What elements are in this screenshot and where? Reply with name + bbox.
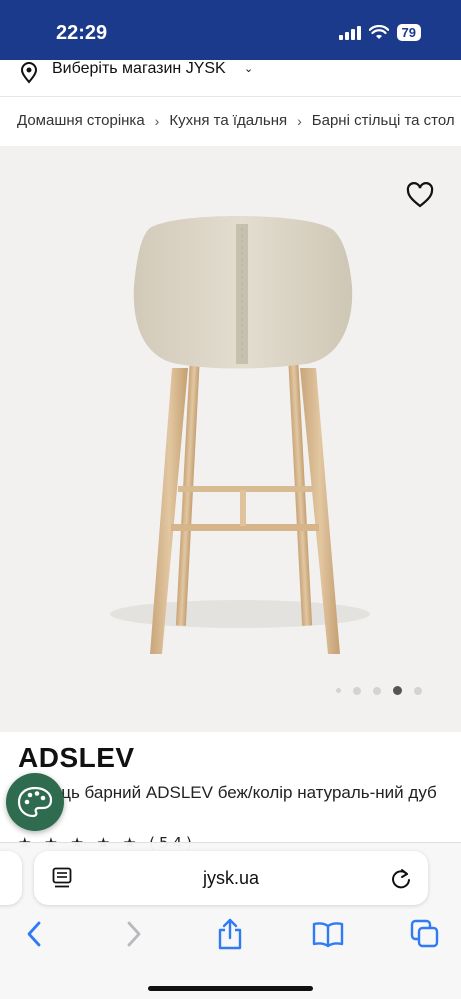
product-title: ADSLEV <box>18 742 135 773</box>
bookmarks-icon[interactable] <box>312 917 344 951</box>
gallery-dot[interactable] <box>373 686 381 695</box>
breadcrumb-bar-stools[interactable]: Барні стільці та стол <box>312 112 455 129</box>
status-bar: 22:29 79 <box>0 0 461 68</box>
wifi-icon <box>368 25 389 39</box>
product-gallery[interactable] <box>0 146 461 732</box>
heart-icon[interactable] <box>406 182 434 208</box>
gallery-dot[interactable] <box>353 686 361 695</box>
breadcrumb-kitchen[interactable]: Кухня та їдальня <box>169 112 287 129</box>
store-selector-label: Виберіть магазин JYSK <box>52 60 226 77</box>
breadcrumb-home[interactable]: Домашня сторінка <box>17 112 145 129</box>
gallery-dot-active[interactable] <box>393 686 402 695</box>
back-icon[interactable] <box>24 917 44 951</box>
browser-toolbar <box>0 917 461 957</box>
chevron-down-icon: ⌄ <box>244 63 254 75</box>
previous-tab-card[interactable] <box>0 851 22 905</box>
share-icon[interactable] <box>216 917 244 951</box>
gallery-dot[interactable] <box>336 688 341 693</box>
gallery-dot[interactable] <box>414 686 422 695</box>
cookie-settings-icon <box>17 786 53 818</box>
address-bar[interactable]: jysk.ua <box>34 851 428 905</box>
status-icons: 79 <box>338 24 421 41</box>
url-text: jysk.ua <box>202 868 260 888</box>
store-selector[interactable]: Виберіть магазин JYSK ⌄ <box>0 60 461 94</box>
browser-bottom-bar: jysk.ua <box>0 842 461 999</box>
location-pin-icon <box>20 62 38 84</box>
home-indicator <box>148 986 313 991</box>
chevron-right-icon: › <box>154 112 160 129</box>
gallery-pagination <box>336 686 422 695</box>
forward-icon[interactable] <box>124 917 144 951</box>
signal-icon <box>338 25 361 40</box>
status-time: 22:29 <box>56 22 108 44</box>
battery-indicator: 79 <box>396 24 421 41</box>
cookie-settings-button[interactable] <box>6 773 64 831</box>
reload-icon[interactable] <box>390 866 412 890</box>
tabs-icon[interactable] <box>410 917 440 951</box>
chevron-right-icon: › <box>297 112 302 129</box>
breadcrumb: Домашня сторінка › Кухня та їдальня › Ба… <box>0 96 461 144</box>
product-image <box>110 216 370 654</box>
product-description: Стілець барний ADSLEV беж/колір натураль… <box>18 783 437 802</box>
